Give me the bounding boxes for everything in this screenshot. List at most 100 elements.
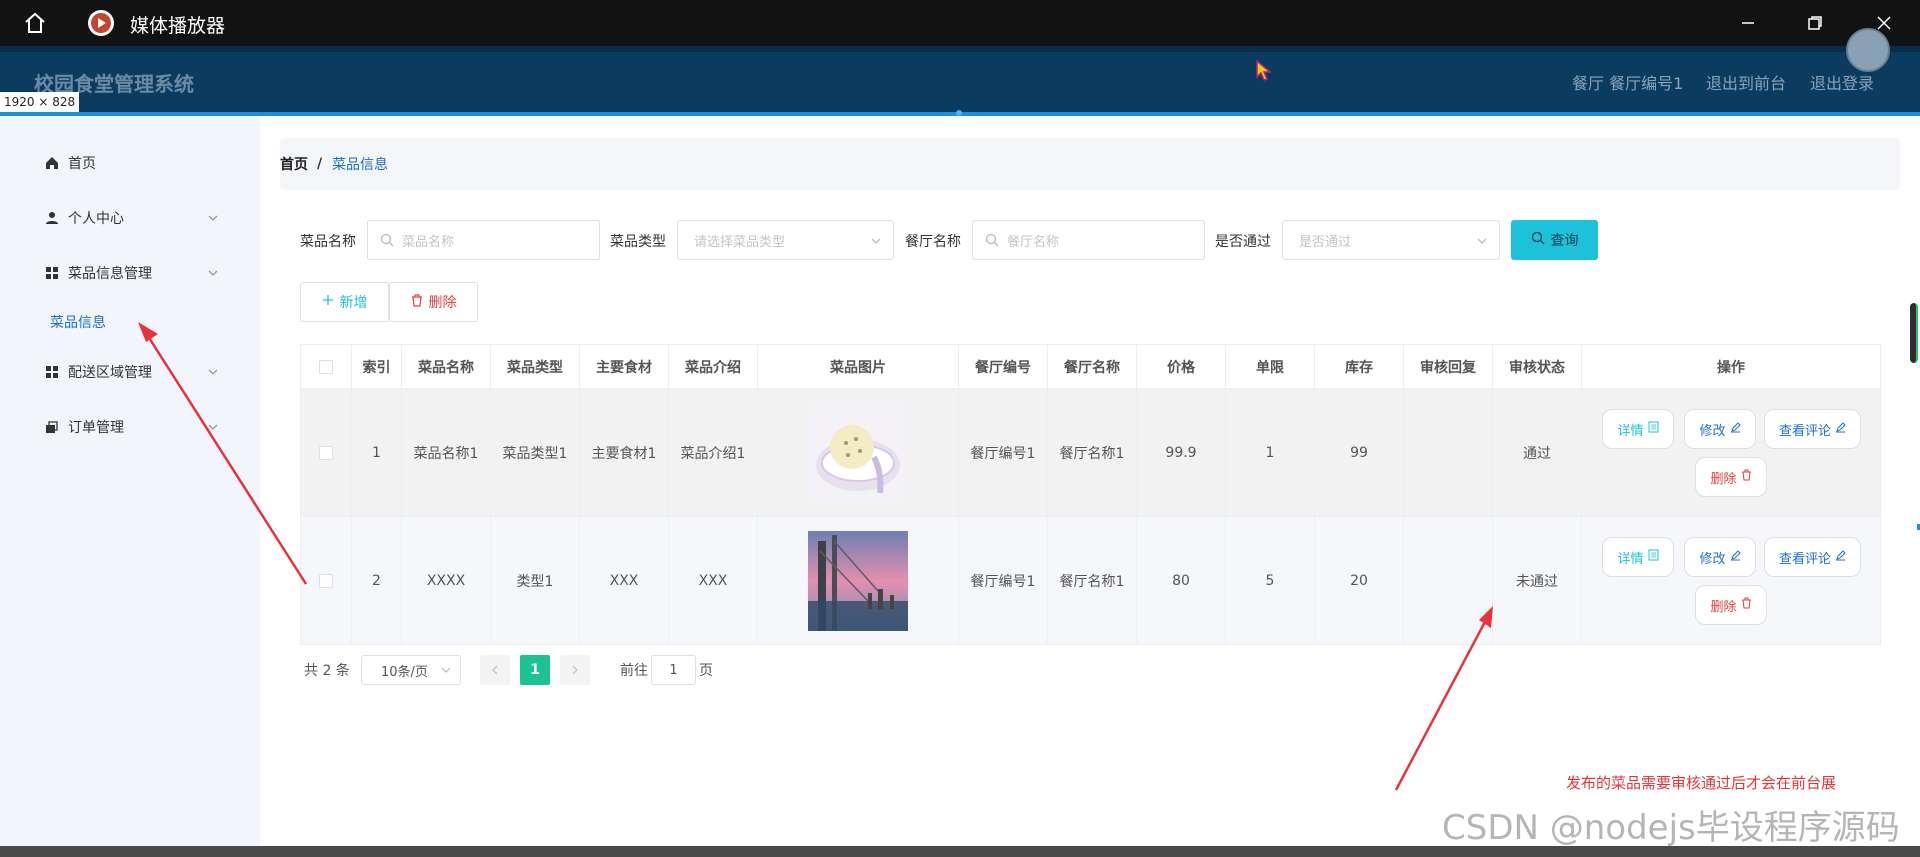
edit-icon — [1730, 549, 1741, 565]
approved-placeholder: 是否通过 — [1299, 234, 1352, 250]
dish-name-input[interactable]: 菜品名称 — [367, 220, 600, 260]
detail-button[interactable]: 详情 — [1602, 537, 1674, 577]
logout-link[interactable]: 退出登录 — [1810, 70, 1874, 94]
column-header: 餐厅名称 — [1047, 344, 1137, 389]
column-header: 库存 — [1314, 344, 1404, 389]
home-icon — [44, 155, 60, 171]
delete-button-label: 删除 — [1710, 599, 1737, 615]
cell-stock: 20 — [1314, 516, 1404, 645]
column-header: 审核回复 — [1403, 344, 1493, 389]
approved-select[interactable]: 是否通过 — [1282, 220, 1500, 260]
sidebar-item-label: 订单管理 — [68, 420, 124, 436]
dish-name-placeholder: 菜品名称 — [402, 234, 455, 250]
restore-button[interactable] — [1800, 9, 1830, 37]
column-header: 菜品类型 — [490, 344, 580, 389]
select-all-cell[interactable] — [300, 344, 352, 389]
cell-limit: 1 — [1225, 388, 1315, 517]
cell-dish-name: 菜品名称1 — [401, 388, 491, 517]
edit-button-label: 修改 — [1699, 551, 1726, 567]
cell-restaurant-name: 餐厅名称1 — [1047, 388, 1137, 517]
chevron-down-icon — [869, 234, 883, 248]
view-comments-button[interactable]: 查看评论 — [1764, 409, 1861, 449]
mouse-cursor-icon — [1256, 60, 1273, 81]
minimize-button[interactable] — [1733, 9, 1763, 37]
cell-intro: 菜品介绍1 — [668, 388, 758, 517]
column-header: 菜品名称 — [401, 344, 491, 389]
scrollbar-thumb[interactable] — [1910, 303, 1918, 363]
cell-dish-type: 类型1 — [490, 516, 580, 645]
row-select-cell[interactable] — [300, 388, 352, 517]
select-all-checkbox[interactable] — [319, 359, 333, 374]
breadcrumb-separator: / — [317, 156, 323, 172]
approved-label: 是否通过 — [1215, 234, 1271, 250]
restaurant-name-placeholder: 餐厅名称 — [1007, 234, 1060, 250]
edit-icon — [1835, 549, 1846, 565]
edit-button[interactable]: 修改 — [1684, 537, 1756, 577]
search-icon — [380, 233, 394, 247]
view-comments-button[interactable]: 查看评论 — [1764, 537, 1861, 577]
chevron-down-icon — [206, 365, 220, 379]
document-icon — [1648, 549, 1659, 565]
next-page-button[interactable] — [560, 655, 590, 685]
resize-handle-top[interactable] — [956, 110, 962, 116]
document-icon — [1648, 421, 1659, 437]
column-header: 价格 — [1136, 344, 1226, 389]
sidebar-item-home[interactable]: 首页 — [0, 145, 260, 181]
sidebar-item-delivery-area[interactable]: 配送区域管理 — [0, 354, 260, 390]
chevron-down-icon — [206, 266, 220, 280]
home-icon[interactable] — [22, 10, 48, 36]
current-page-button[interactable]: 1 — [520, 655, 550, 685]
prev-page-button[interactable] — [480, 655, 510, 685]
edit-icon — [1730, 421, 1741, 437]
window-title: 媒体播放器 — [130, 15, 226, 37]
dish-table: 索引 菜品名称 菜品类型 主要食材 菜品介绍 菜品图片 餐厅编号 餐厅名称 价格… — [300, 344, 1881, 645]
pagination-total: 共 2 条 — [304, 663, 350, 679]
search-icon — [985, 233, 999, 247]
delete-button[interactable]: 删除 — [1695, 585, 1767, 625]
sidebar-item-dish-management[interactable]: 菜品信息管理 — [0, 255, 260, 291]
trash-icon — [1741, 597, 1752, 613]
restaurant-name-input[interactable]: 餐厅名称 — [972, 220, 1205, 260]
goto-page-input[interactable]: 1 — [651, 655, 696, 685]
dish-name-label: 菜品名称 — [300, 234, 356, 250]
cell-price: 80 — [1136, 516, 1226, 645]
breadcrumb-home[interactable]: 首页 — [280, 154, 308, 174]
column-header: 单限 — [1225, 344, 1315, 389]
sidebar-subitem-dish-info[interactable]: 菜品信息 — [50, 312, 106, 332]
detail-button[interactable]: 详情 — [1602, 409, 1674, 449]
trash-icon — [411, 293, 423, 311]
cell-ingredients: XXX — [579, 516, 669, 645]
exit-to-front-link[interactable]: 退出到前台 — [1706, 70, 1786, 94]
sidebar-item-profile[interactable]: 个人中心 — [0, 200, 260, 236]
chevron-down-icon — [206, 211, 220, 225]
grid-icon — [44, 265, 60, 281]
bulk-delete-button[interactable]: 删除 — [389, 282, 478, 322]
sidebar-item-label: 首页 — [68, 156, 96, 172]
add-button[interactable]: 新增 — [300, 282, 389, 322]
sidebar: 首页 个人中心 菜品信息管理 菜品信息 配送区域管理 订单管理 — [0, 116, 260, 846]
current-user-label: 餐厅 餐厅编号1 — [1572, 74, 1684, 93]
sidebar-item-orders[interactable]: 订单管理 — [0, 409, 260, 445]
query-button[interactable]: 查询 — [1511, 220, 1598, 260]
cart-icon — [44, 419, 60, 435]
sidebar-item-label: 菜品信息管理 — [68, 266, 152, 282]
dish-image[interactable] — [808, 530, 908, 631]
cell-dish-image — [757, 388, 959, 517]
cell-operations: 详情 修改 查看评论 删除 — [1581, 388, 1881, 517]
row-select-cell[interactable] — [300, 516, 352, 645]
column-header: 菜品介绍 — [668, 344, 758, 389]
add-button-label: 新增 — [339, 295, 368, 311]
dish-image[interactable] — [808, 402, 908, 503]
chevron-right-icon — [572, 665, 578, 675]
plus-icon — [322, 294, 334, 310]
avatar[interactable] — [1846, 28, 1890, 72]
edit-button[interactable]: 修改 — [1684, 409, 1756, 449]
cell-restaurant-name: 餐厅名称1 — [1047, 516, 1137, 645]
page-size-select[interactable]: 10条/页 — [361, 655, 461, 685]
row-checkbox[interactable] — [319, 573, 333, 588]
cell-review-status: 通过 — [1492, 388, 1582, 517]
dish-type-select[interactable]: 请选择菜品类型 — [677, 220, 894, 260]
row-checkbox[interactable] — [319, 445, 333, 460]
delete-button[interactable]: 删除 — [1695, 457, 1767, 497]
cell-stock: 99 — [1314, 388, 1404, 517]
